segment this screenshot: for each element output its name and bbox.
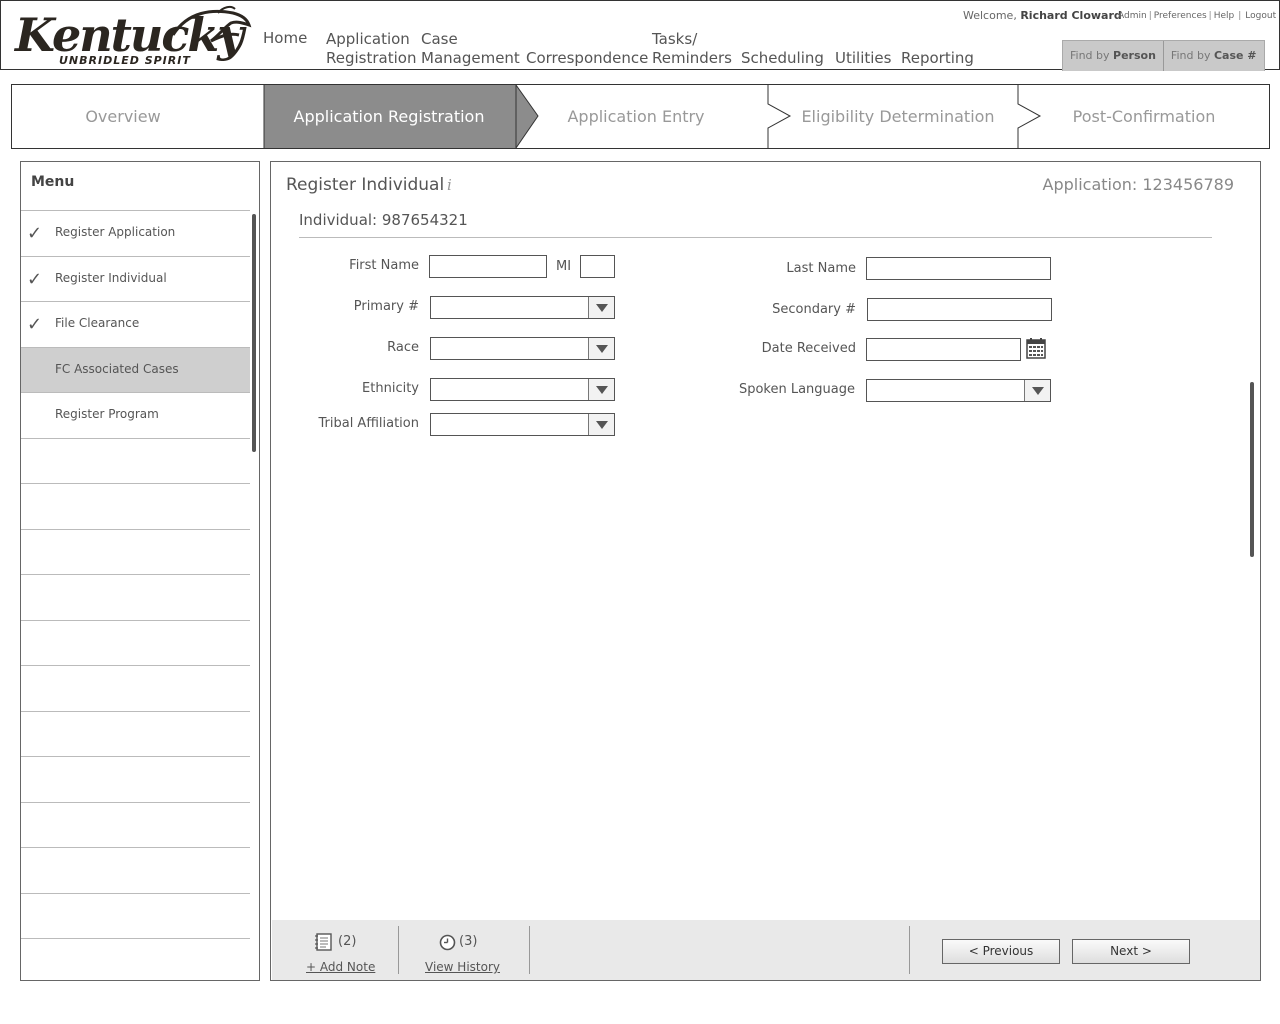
spoken-language-label: Spoken Language (738, 382, 855, 397)
footer-divider (529, 926, 530, 974)
ethnicity-label: Ethnicity (362, 381, 419, 396)
menu-empty-row (21, 437, 250, 484)
calendar-icon[interactable] (1026, 338, 1046, 359)
secondary-number-label: Secondary # (772, 302, 856, 317)
menu-empty-row (21, 619, 250, 666)
checkmark-icon: ✓ (27, 268, 43, 290)
nav-application-registration[interactable]: Application Registration (326, 30, 416, 68)
tribal-affiliation-label: Tribal Affiliation (318, 416, 419, 431)
menu-item-register-program[interactable]: Register Program (21, 392, 250, 438)
find-by-case-button[interactable]: Find by Case # (1162, 41, 1264, 71)
info-icon[interactable]: i (447, 176, 452, 194)
find-by-person-button[interactable]: Find by Person (1063, 41, 1163, 71)
chevron-down-icon (588, 338, 614, 359)
primary-number-label: Primary # (353, 299, 419, 314)
menu-empty-row (21, 801, 250, 848)
first-name-label: First Name (349, 258, 419, 273)
ethnicity-select[interactable] (430, 378, 615, 401)
history-clock-icon[interactable] (439, 934, 456, 955)
main-scrollbar[interactable] (1250, 382, 1254, 557)
menu-empty-row (21, 756, 250, 802)
nav-reporting[interactable]: Reporting (901, 30, 974, 68)
page-title: Register Individual (286, 175, 445, 195)
svg-text:UNBRIDLED SPIRIT: UNBRIDLED SPIRIT (59, 54, 191, 67)
nav-case-management[interactable]: Case Management (421, 30, 520, 68)
individual-number: Individual: 987654321 (299, 211, 468, 229)
welcome-text: Welcome, Richard Cloward (963, 9, 1122, 22)
menu-empty-row (21, 574, 250, 620)
step-post-confirmation[interactable]: Post-Confirmation (1040, 85, 1248, 148)
help-link[interactable]: Help (1214, 11, 1235, 21)
spoken-language-select[interactable] (866, 379, 1051, 402)
nav-utilities[interactable]: Utilities (835, 30, 891, 68)
menu-empty-row (21, 528, 250, 575)
menu-item-register-individual[interactable]: ✓ Register Individual (21, 255, 250, 302)
tribal-affiliation-select[interactable] (430, 413, 615, 436)
menu-item-fc-associated-cases[interactable]: FC Associated Cases (21, 346, 250, 392)
nav-scheduling[interactable]: Scheduling (741, 30, 824, 68)
menu-item-file-clearance[interactable]: ✓ File Clearance (21, 301, 250, 347)
nav-home[interactable]: Home (263, 29, 307, 48)
step-overview[interactable]: Overview (12, 85, 234, 148)
menu-empty-row (21, 847, 250, 893)
find-buttons: Find by Person Find by Case # (1062, 40, 1265, 71)
nav-tasks-reminders[interactable]: Tasks/ Reminders (652, 30, 732, 68)
action-footer: (2) + Add Note (3) View History < Previo… (272, 920, 1260, 980)
date-received-input[interactable] (866, 338, 1021, 361)
footer-divider (909, 926, 910, 974)
side-menu: Menu ✓ Register Application ✓ Register I… (20, 161, 260, 981)
kentucky-logo[interactable]: Kentucky UNBRIDLED SPIRIT (13, 5, 253, 69)
primary-number-select[interactable] (430, 296, 615, 319)
utility-links: Admin | Preferences | Help | Logout (1118, 11, 1277, 21)
chevron-down-icon (588, 379, 614, 400)
preferences-link[interactable]: Preferences (1154, 11, 1207, 21)
view-history-link[interactable]: View History (425, 960, 500, 974)
history-count: (3) (459, 934, 478, 949)
date-received-label: Date Received (761, 341, 856, 356)
secondary-number-input[interactable] (867, 298, 1052, 321)
notes-count: (2) (338, 934, 357, 949)
step-application-registration[interactable]: Application Registration (264, 85, 514, 148)
menu-empty-row (21, 710, 250, 757)
last-name-label: Last Name (786, 261, 856, 276)
notes-icon[interactable] (314, 932, 334, 956)
race-label: Race (387, 340, 419, 355)
chevron-down-icon (588, 297, 614, 318)
checkmark-icon: ✓ (27, 314, 43, 335)
next-button[interactable]: Next > (1072, 939, 1190, 964)
last-name-input[interactable] (866, 257, 1051, 280)
chevron-down-icon (588, 414, 614, 435)
menu-empty-row (21, 483, 250, 529)
menu-title: Menu (31, 174, 75, 190)
checkmark-icon: ✓ (27, 223, 43, 244)
menu-empty-row (21, 665, 250, 711)
main-panel: Register Individual i Application: 12345… (270, 161, 1261, 981)
menu-empty-row (21, 892, 250, 939)
step-eligibility-determination[interactable]: Eligibility Determination (790, 85, 1006, 148)
mi-label: MI (556, 259, 572, 274)
menu-list: ✓ Register Application ✓ Register Indivi… (21, 210, 250, 980)
sidebar-scrollbar[interactable] (252, 214, 256, 452)
middle-initial-input[interactable] (580, 255, 615, 278)
previous-button[interactable]: < Previous (942, 939, 1060, 964)
application-number: Application: 123456789 (1042, 175, 1235, 194)
nav-correspondence[interactable]: Correspondence (526, 30, 648, 68)
user-name: Richard Cloward (1020, 9, 1122, 22)
race-select[interactable] (430, 337, 615, 360)
add-note-link[interactable]: + Add Note (306, 960, 375, 974)
menu-item-register-application[interactable]: ✓ Register Application (21, 210, 250, 256)
logout-link[interactable]: Logout (1245, 11, 1276, 21)
process-steps: Overview Application Registration Applic… (11, 84, 1270, 149)
app-header: Kentucky UNBRIDLED SPIRIT Home Applicati… (0, 0, 1280, 71)
admin-link[interactable]: Admin (1118, 11, 1147, 21)
step-application-entry[interactable]: Application Entry (538, 85, 734, 148)
footer-divider (398, 926, 399, 974)
chevron-down-icon (1024, 380, 1050, 401)
menu-empty-row (21, 938, 250, 980)
first-name-input[interactable] (429, 255, 547, 278)
section-divider (299, 237, 1212, 238)
